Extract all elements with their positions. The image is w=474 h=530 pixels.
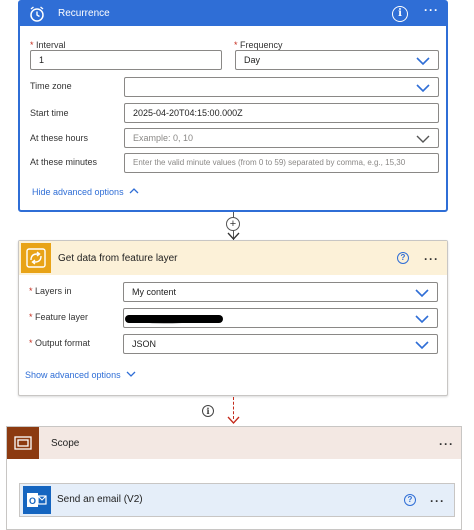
layers-in-dropdown[interactable]: My content xyxy=(123,282,438,302)
send-an-email-title: Send an email (V2) xyxy=(57,494,143,505)
chevron-down-icon xyxy=(416,135,430,143)
layers-in-label-text: Layers in xyxy=(35,286,72,296)
interval-input[interactable]: 1 xyxy=(30,50,222,70)
interval-label: * Interval xyxy=(30,40,66,50)
required-mark: * xyxy=(29,312,33,322)
chevron-up-icon xyxy=(129,188,139,194)
scope-app-icon xyxy=(7,427,39,459)
required-mark: * xyxy=(30,40,34,50)
hide-advanced-options-text: Hide advanced options xyxy=(32,187,124,197)
chevron-down-icon xyxy=(126,371,136,377)
output-format-value: JSON xyxy=(132,339,157,349)
required-mark: * xyxy=(29,286,33,296)
frequency-label-text: Frequency xyxy=(240,40,283,50)
more-options-icon[interactable]: ··· xyxy=(424,253,439,265)
feature-layer-dropdown[interactable] xyxy=(123,308,438,328)
show-advanced-options-link[interactable]: Show advanced options xyxy=(25,370,136,380)
add-step-icon[interactable]: + xyxy=(226,217,240,231)
alarm-clock-icon xyxy=(30,6,44,22)
frequency-label: * Frequency xyxy=(234,40,283,50)
recurrence-header[interactable]: Recurrence i ··· xyxy=(20,2,446,26)
at-these-hours-label: At these hours xyxy=(30,133,89,143)
start-time-label: Start time xyxy=(30,108,69,118)
at-these-minutes-placeholder: Enter the valid minute values (from 0 to… xyxy=(133,158,406,167)
scope-icon xyxy=(14,436,32,450)
scope-container[interactable]: Scope ··· O Send an email (V2) ? ··· xyxy=(6,426,462,530)
help-icon[interactable]: ? xyxy=(397,252,409,264)
feature-layer-label-text: Feature layer xyxy=(35,312,89,322)
data-refresh-icon xyxy=(26,248,46,268)
info-icon[interactable]: i xyxy=(202,405,214,417)
more-options-icon[interactable]: ··· xyxy=(430,495,445,507)
outlook-mail-icon: O xyxy=(27,493,47,507)
interval-label-text: Interval xyxy=(36,40,66,50)
chevron-down-icon xyxy=(415,289,429,298)
at-these-minutes-label: At these minutes xyxy=(30,157,98,167)
start-time-input[interactable]: 2025-04-20T04:15:00.000Z xyxy=(124,103,439,123)
feature-layer-header[interactable]: Get data from feature layer ? ··· xyxy=(19,241,447,275)
output-format-dropdown[interactable]: JSON xyxy=(123,334,438,354)
show-advanced-options-text: Show advanced options xyxy=(25,370,121,380)
recurrence-card[interactable]: Recurrence i ··· * Interval 1 * Frequenc… xyxy=(18,0,448,212)
send-an-email-header[interactable]: O Send an email (V2) ? ··· xyxy=(20,484,454,516)
redaction-mark xyxy=(125,315,223,324)
get-data-from-feature-layer-card[interactable]: Get data from feature layer ? ··· * Laye… xyxy=(18,240,448,396)
chevron-down-icon xyxy=(415,341,429,350)
arrow-down-icon xyxy=(227,232,240,240)
required-mark: * xyxy=(234,40,238,50)
feature-layer-title: Get data from feature layer xyxy=(58,253,178,264)
more-options-icon[interactable]: ··· xyxy=(424,4,439,16)
more-options-icon[interactable]: ··· xyxy=(439,438,454,450)
feature-layer-label: * Feature layer xyxy=(29,312,88,322)
required-mark: * xyxy=(29,338,33,348)
help-icon[interactable]: ? xyxy=(404,494,416,506)
frequency-value: Day xyxy=(244,55,261,65)
at-these-minutes-input[interactable]: Enter the valid minute values (from 0 to… xyxy=(124,153,439,173)
chevron-down-icon xyxy=(415,315,429,324)
at-these-hours-placeholder: Example: 0, 10 xyxy=(133,133,194,143)
frequency-dropdown[interactable]: Day xyxy=(235,50,439,70)
outlook-app-icon: O xyxy=(23,486,51,514)
recurrence-title: Recurrence xyxy=(58,8,110,19)
feature-layer-app-icon xyxy=(21,243,51,273)
svg-text:O: O xyxy=(29,496,36,506)
time-zone-label: Time zone xyxy=(30,81,72,91)
chevron-down-icon xyxy=(416,84,430,93)
hide-advanced-options-link[interactable]: Hide advanced options xyxy=(32,187,139,197)
output-format-label-text: Output format xyxy=(35,338,91,348)
layers-in-value: My content xyxy=(132,287,177,297)
chevron-down-icon xyxy=(416,57,430,66)
output-format-label: * Output format xyxy=(29,338,90,348)
info-icon[interactable]: i xyxy=(392,6,408,22)
scope-header[interactable]: Scope ··· xyxy=(7,427,461,459)
send-an-email-card[interactable]: O Send an email (V2) ? ··· xyxy=(19,483,455,517)
time-zone-dropdown[interactable] xyxy=(124,77,439,97)
arrow-down-icon xyxy=(227,416,240,424)
scope-title: Scope xyxy=(51,438,80,449)
layers-in-label: * Layers in xyxy=(29,286,72,296)
at-these-hours-dropdown[interactable]: Example: 0, 10 xyxy=(124,128,439,148)
